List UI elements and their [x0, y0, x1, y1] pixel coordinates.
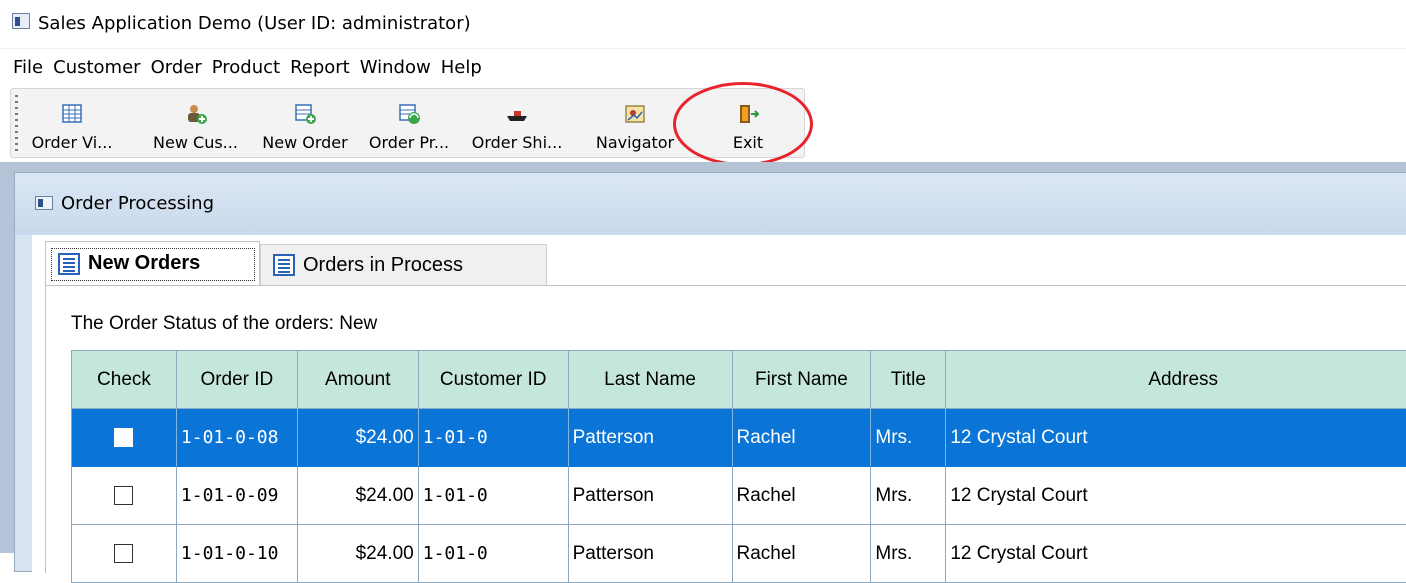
tab-strip: New Orders Orders in Process [32, 235, 1406, 287]
menu-product[interactable]: Product [207, 57, 285, 79]
address-cell: 12 Crystal Court [946, 467, 1406, 525]
order-processing-label: Order Pr... [368, 133, 450, 152]
order-status-text: The Order Status of the orders: New [71, 313, 378, 334]
column-header-last-name[interactable]: Last Name [568, 351, 733, 409]
customer-id-cell: 1-01-0 [418, 409, 569, 467]
menu-file[interactable]: File [8, 57, 48, 79]
column-header-order-id[interactable]: Order ID [176, 351, 298, 409]
address-cell: 12 Crystal Court [946, 525, 1406, 583]
column-header-first-name[interactable]: First Name [732, 351, 872, 409]
title-cell: Mrs. [871, 467, 947, 525]
exit-highlight-circle [673, 82, 813, 166]
column-header-check[interactable]: Check [72, 351, 177, 409]
check-cell [72, 409, 177, 467]
column-header-customer-id[interactable]: Customer ID [418, 351, 569, 409]
last-name-cell: Patterson [568, 467, 733, 525]
tab-orders-in-process-label: Orders in Process [303, 253, 464, 276]
grid-header: Check Order ID Amount Customer ID Last N… [72, 351, 1406, 409]
customer-id-cell: 1-01-0 [418, 525, 569, 583]
menu-help[interactable]: Help [436, 57, 487, 79]
order-processing-icon [399, 104, 420, 124]
tab-new-orders[interactable]: New Orders [45, 241, 260, 285]
child-window-title: Order Processing [61, 193, 214, 214]
list-check-icon [273, 254, 295, 276]
amount-cell: $24.00 [297, 467, 419, 525]
address-cell: 12 Crystal Court [946, 409, 1406, 467]
order-id-cell: 1-01-0-10 [176, 525, 298, 583]
row-checkbox[interactable] [114, 428, 134, 447]
order-shipping-icon [507, 111, 527, 121]
customer-id-cell: 1-01-0 [418, 467, 569, 525]
table-row[interactable]: 1-01-0-09 $24.00 1-01-0 Patterson Rachel… [72, 467, 1406, 525]
tab-orders-in-process[interactable]: Orders in Process [260, 244, 547, 285]
check-cell [72, 525, 177, 583]
order-view-button[interactable]: Order Vi... [23, 89, 121, 159]
mdi-client-area: Order Processing New Orders Orders in Pr… [0, 162, 1406, 583]
first-name-cell: Rachel [732, 409, 872, 467]
new-order-button[interactable]: New Order [254, 89, 356, 159]
column-header-amount[interactable]: Amount [297, 351, 419, 409]
child-window-titlebar[interactable]: Order Processing [15, 173, 1406, 235]
table-row[interactable]: 1-01-0-08 $24.00 1-01-0 Patterson Rachel… [72, 409, 1406, 467]
order-view-icon [62, 104, 82, 123]
menu-bar: File Customer Order Product Report Windo… [0, 48, 1406, 86]
navigator-label: Navigator [595, 133, 675, 152]
menu-report[interactable]: Report [285, 57, 355, 79]
order-shipping-button[interactable]: Order Shi... [463, 89, 571, 159]
new-order-label: New Order [262, 133, 348, 152]
last-name-cell: Patterson [568, 409, 733, 467]
order-id-cell: 1-01-0-08 [176, 409, 298, 467]
menu-window[interactable]: Window [355, 57, 436, 79]
new-order-icon [295, 104, 316, 124]
first-name-cell: Rachel [732, 467, 872, 525]
amount-cell: $24.00 [297, 525, 419, 583]
toolbar-grip-handle[interactable] [15, 95, 18, 155]
table-row[interactable]: 1-01-0-10 $24.00 1-01-0 Patterson Rachel… [72, 525, 1406, 583]
order-shipping-label: Order Shi... [471, 133, 563, 152]
row-checkbox[interactable] [114, 486, 134, 505]
order-view-label: Order Vi... [31, 133, 113, 152]
last-name-cell: Patterson [568, 525, 733, 583]
new-customer-icon [187, 105, 207, 124]
first-name-cell: Rachel [732, 525, 872, 583]
title-cell: Mrs. [871, 525, 947, 583]
orders-grid: Check Order ID Amount Customer ID Last N… [71, 350, 1406, 583]
navigator-button[interactable]: Navigator [589, 89, 681, 159]
amount-cell: $24.00 [297, 409, 419, 467]
list-icon [58, 252, 80, 275]
child-window-icon [35, 196, 53, 210]
column-header-address[interactable]: Address [946, 351, 1406, 409]
menu-order[interactable]: Order [146, 57, 207, 79]
check-cell [72, 467, 177, 525]
order-processing-button[interactable]: Order Pr... [359, 89, 459, 159]
window-title: Sales Application Demo (User ID: adminis… [38, 13, 471, 34]
column-header-title[interactable]: Title [871, 351, 947, 409]
tab-focus-rect [51, 248, 255, 281]
order-id-cell: 1-01-0-09 [176, 467, 298, 525]
app-window-icon [12, 13, 30, 29]
navigator-icon [625, 105, 645, 123]
new-customer-button[interactable]: New Cus... [143, 89, 248, 159]
new-customer-label: New Cus... [153, 133, 238, 152]
menu-customer[interactable]: Customer [48, 57, 145, 79]
title-bar: Sales Application Demo (User ID: adminis… [0, 0, 1406, 48]
row-checkbox[interactable] [114, 544, 134, 563]
title-cell: Mrs. [871, 409, 947, 467]
